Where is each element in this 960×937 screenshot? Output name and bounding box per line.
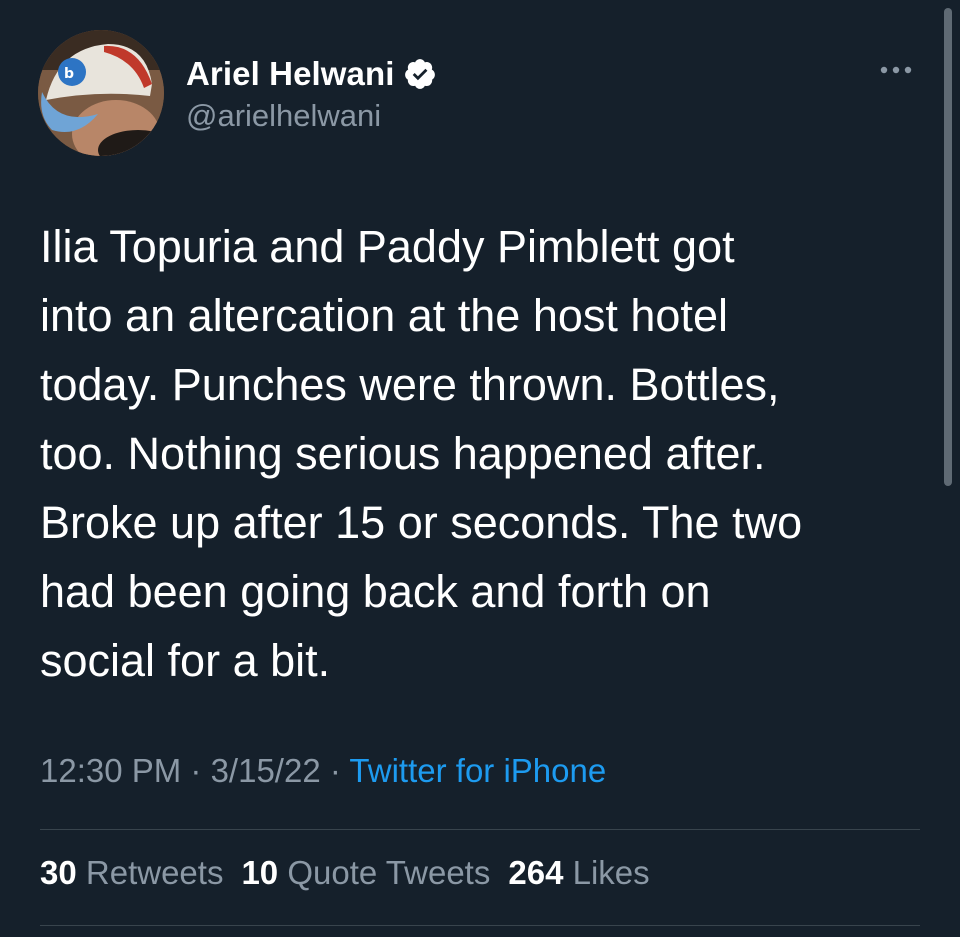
verified-badge-icon	[404, 59, 435, 89]
quote-tweets-stat[interactable]: 10 Quote Tweets	[241, 854, 490, 891]
tweet-time[interactable]: 12:30 PM	[40, 752, 181, 789]
likes-count: 264	[508, 854, 564, 891]
user-handle[interactable]: @arielhelwani	[186, 98, 381, 134]
tweet-metadata: 12:30 PM · 3/15/22 · Twitter for iPhone	[40, 752, 606, 790]
display-name[interactable]: Ariel Helwani	[186, 55, 395, 93]
tweet-text: Ilia Topuria and Paddy Pimblett got into…	[40, 221, 803, 686]
retweets-label: Retweets	[85, 854, 224, 891]
retweets-stat[interactable]: 30 Retweets	[40, 854, 223, 891]
tweet-source-link[interactable]: Twitter for iPhone	[349, 752, 606, 789]
avatar-image: b	[38, 30, 164, 156]
tweet-detail: b Ariel Helwani @arielhelwani Ilia Topur…	[0, 0, 960, 937]
quote-tweets-count: 10	[241, 854, 279, 891]
retweets-count: 30	[40, 854, 77, 891]
user-name-row: Ariel Helwani	[186, 52, 437, 96]
tweet-date[interactable]: 3/15/22	[211, 752, 321, 789]
meta-separator: ·	[320, 752, 350, 789]
meta-separator: ·	[181, 752, 211, 789]
more-options-icon[interactable]	[872, 55, 920, 85]
likes-stat[interactable]: 264 Likes	[508, 854, 649, 891]
scrollbar[interactable]	[944, 8, 952, 486]
likes-label: Likes	[572, 854, 650, 891]
divider	[40, 829, 920, 830]
quote-tweets-label: Quote Tweets	[287, 854, 491, 891]
svg-text:b: b	[64, 66, 74, 82]
divider	[40, 925, 920, 926]
engagement-stats: 30 Retweets 10 Quote Tweets 264 Likes	[40, 854, 668, 892]
avatar[interactable]: b	[38, 30, 164, 156]
